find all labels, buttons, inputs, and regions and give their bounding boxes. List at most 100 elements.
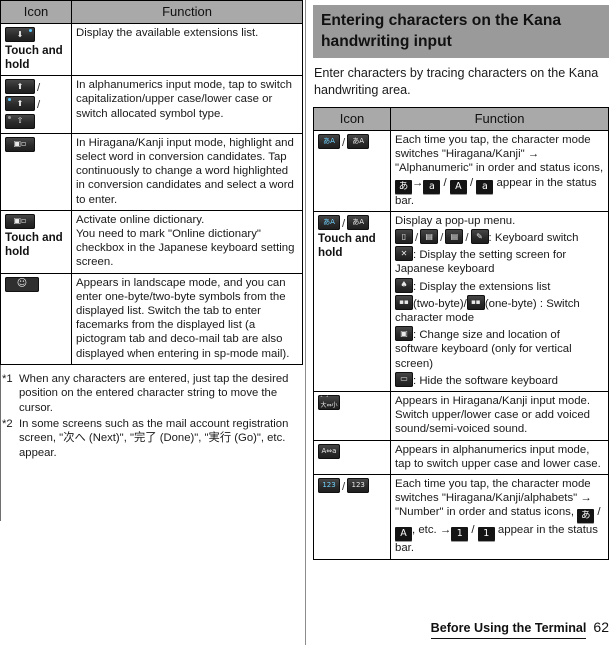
popup-line: Display a pop-up menu. [395, 214, 516, 227]
popup-line-text: : Hide the software keyboard [413, 374, 558, 387]
arrow-glyph: → [412, 176, 424, 189]
section-intro-text: Enter characters by tracing characters o… [314, 66, 599, 97]
popup-line-text: : Display the extensions list [413, 280, 551, 293]
table-row: あA / あA Touch and hold Display a pop-up me… [313, 210, 609, 393]
arrow-down-key-icon: ⬇ [5, 27, 35, 42]
popup-line-text: : Change size and location of software k… [395, 329, 572, 370]
resize-keyboard-icon: ▣ [395, 326, 413, 342]
footer-title-text: Before Using the Terminal [430, 621, 587, 635]
left-page-column: Icon Function ⬇ Touch and hold Display t… [0, 0, 303, 645]
icon-cell: ⬆ / ⬆ / ⇧ [0, 75, 72, 134]
icon-cell: ▣▫ [0, 132, 72, 211]
char-mode-key-icon: あA [318, 134, 340, 149]
function-text: Each time you tap, the character mode sw… [395, 478, 592, 519]
column-divider [305, 0, 306, 645]
table-header-row: Icon Function [0, 0, 303, 24]
two-byte-icon: ▪▪ [395, 294, 413, 310]
table-row: 123/123 Each time you tap, the character… [313, 474, 609, 560]
column-header-function: Function [71, 0, 303, 24]
status-icon-upper-a: A [395, 527, 412, 542]
function-text: Each time you tap, the character mode sw… [395, 134, 604, 175]
number-mode-key-icon: 123 [318, 478, 340, 494]
manual-page-spread: Icon Function ⬇ Touch and hold Display t… [0, 0, 609, 645]
function-cell: Each time you tap, the character mode sw… [390, 474, 609, 560]
status-icon-lower-a-2: a [476, 179, 494, 194]
popup-line: ▭: Hide the software keyboard [395, 371, 604, 388]
popup-menu-key-alt-icon: あA [347, 214, 370, 230]
page-footer: Before Using the Terminal 62 [313, 619, 609, 639]
full-keyboard-icon: ▤ [445, 229, 464, 245]
keypad-icon: ▯ [395, 229, 413, 245]
table-row: ☺ Appears in landscape mode, and you can… [0, 272, 303, 365]
popup-line: ▯ / ▤ / ▤ / ✎: Keyboard switch [395, 228, 604, 245]
footnotes: *1 When any characters are entered, just… [0, 372, 303, 461]
touch-and-hold-label: Touch and hold [5, 44, 63, 72]
table-row: ▣▫ Touch and hold Activate online dictio… [0, 209, 303, 274]
separator: / [468, 524, 478, 537]
icon-cell: ゛゜ 大⇔小 [313, 391, 391, 441]
popup-line-text: (two-byte)/ [413, 297, 467, 310]
touch-and-hold-label: Touch and hold [318, 232, 376, 260]
number-mode-key-alt-icon: 123 [347, 478, 370, 494]
hide-keyboard-icon: ▭ [395, 371, 413, 387]
function-cell: Each time you tap, the character mode sw… [390, 130, 609, 212]
footer-title: Before Using the Terminal [430, 619, 587, 639]
footnote-text: In some screens such as the mail account… [19, 417, 289, 459]
popup-line-text: : Display the setting screen for Japanes… [395, 249, 567, 276]
function-cell: In Hiragana/Kanji input mode, highlight … [71, 132, 303, 211]
popup-line: ▪▪ (two-byte)/▪▪ (one-byte) : Switch chara… [395, 294, 604, 325]
left-key-function-table: Icon Function ⬇ Touch and hold Display t… [0, 0, 303, 365]
facemark-key-icon: ☺ [5, 276, 39, 292]
touch-and-hold-label: Touch and hold [5, 231, 63, 259]
shift-outline-key-icon: ⇧ [5, 113, 35, 129]
icon-cell: あA / あA Touch and hold [313, 210, 391, 393]
status-icon-hiragana: あ [395, 179, 412, 194]
popup-line: ♠: Display the extensions list [395, 277, 604, 294]
table-row: ▣▫ In Hiragana/Kanji input mode, highlig… [0, 132, 303, 211]
icon-cell: ⬇ Touch and hold [0, 22, 72, 77]
status-icon-lower-a: a [423, 179, 441, 194]
table-row: ⬇ Touch and hold Display the available e… [0, 22, 303, 77]
table-row: あA / あA Each time you tap, the character m… [313, 130, 609, 212]
section-title: Entering characters on the Kana handwrit… [313, 5, 609, 58]
popup-line-text: : Keyboard switch [488, 232, 579, 245]
right-page-column: Entering characters on the Kana handwrit… [313, 0, 609, 645]
icon-cell: あA / あA [313, 130, 391, 212]
shift-key-icon: ⬆ [5, 79, 35, 95]
footnote-mark: *2 [2, 417, 13, 430]
function-cell: Appears in landscape mode, and you can e… [71, 272, 303, 365]
popup-line: ▣: Change size and location of software … [395, 325, 604, 371]
separator: / [594, 506, 601, 519]
one-byte-icon: ▪▪ [466, 294, 485, 310]
handwriting-icon: ✎ [470, 229, 489, 245]
function-cell: In alphanumerics input mode, tap to swit… [71, 75, 303, 134]
function-cell: Display a pop-up menu. ▯ / ▤ / ▤ / ✎: Keyboard… [390, 210, 609, 393]
table-row: A⇔a Appears in alphanumerics input mode,… [313, 439, 609, 476]
column-header-icon: Icon [0, 0, 72, 24]
footnote-item: *2 In some screens such as the mail acco… [2, 417, 303, 461]
settings-x-icon: ✕ [395, 246, 413, 262]
function-text-mid: , etc. → [412, 524, 452, 537]
popup-menu-key-icon: あA [318, 214, 340, 230]
separator: / [466, 176, 477, 189]
case-switch-key-icon: A⇔a [318, 443, 340, 459]
table-row: ⬆ / ⬆ / ⇧ In alphanumerics input mode, tap t… [0, 75, 303, 134]
column-header-function: Function [390, 107, 609, 131]
footnote-mark: *1 [2, 372, 13, 385]
shift-key-blue-dot-icon: ⬆ [5, 96, 35, 112]
status-icon-number-full: 1 [451, 527, 469, 542]
separator: / [440, 176, 450, 189]
function-cell: Appears in alphanumerics input mode, tap… [390, 439, 609, 476]
function-cell: Display the available extensions list. [71, 22, 303, 77]
popup-line: ✕: Display the setting screen for Japane… [395, 245, 604, 276]
icon-cell: ☺ [0, 272, 72, 365]
status-icon-hiragana: あ [577, 509, 595, 524]
conversion-candidate-key-icon: ▣▫ [5, 136, 35, 152]
extensions-icon: ♠ [395, 277, 413, 293]
function-cell: Activate online dictionary. You need to … [71, 209, 303, 274]
icon-cell: 123/123 [313, 474, 391, 560]
icon-cell: A⇔a [313, 439, 391, 476]
right-key-function-table: Icon Function あA / あA Each time you tap, t… [313, 107, 609, 560]
dakuten-key-icon: ゛゜ 大⇔小 [318, 395, 340, 411]
table-row: ゛゜ 大⇔小 Appears in Hiragana/Kanji input mo… [313, 391, 609, 441]
